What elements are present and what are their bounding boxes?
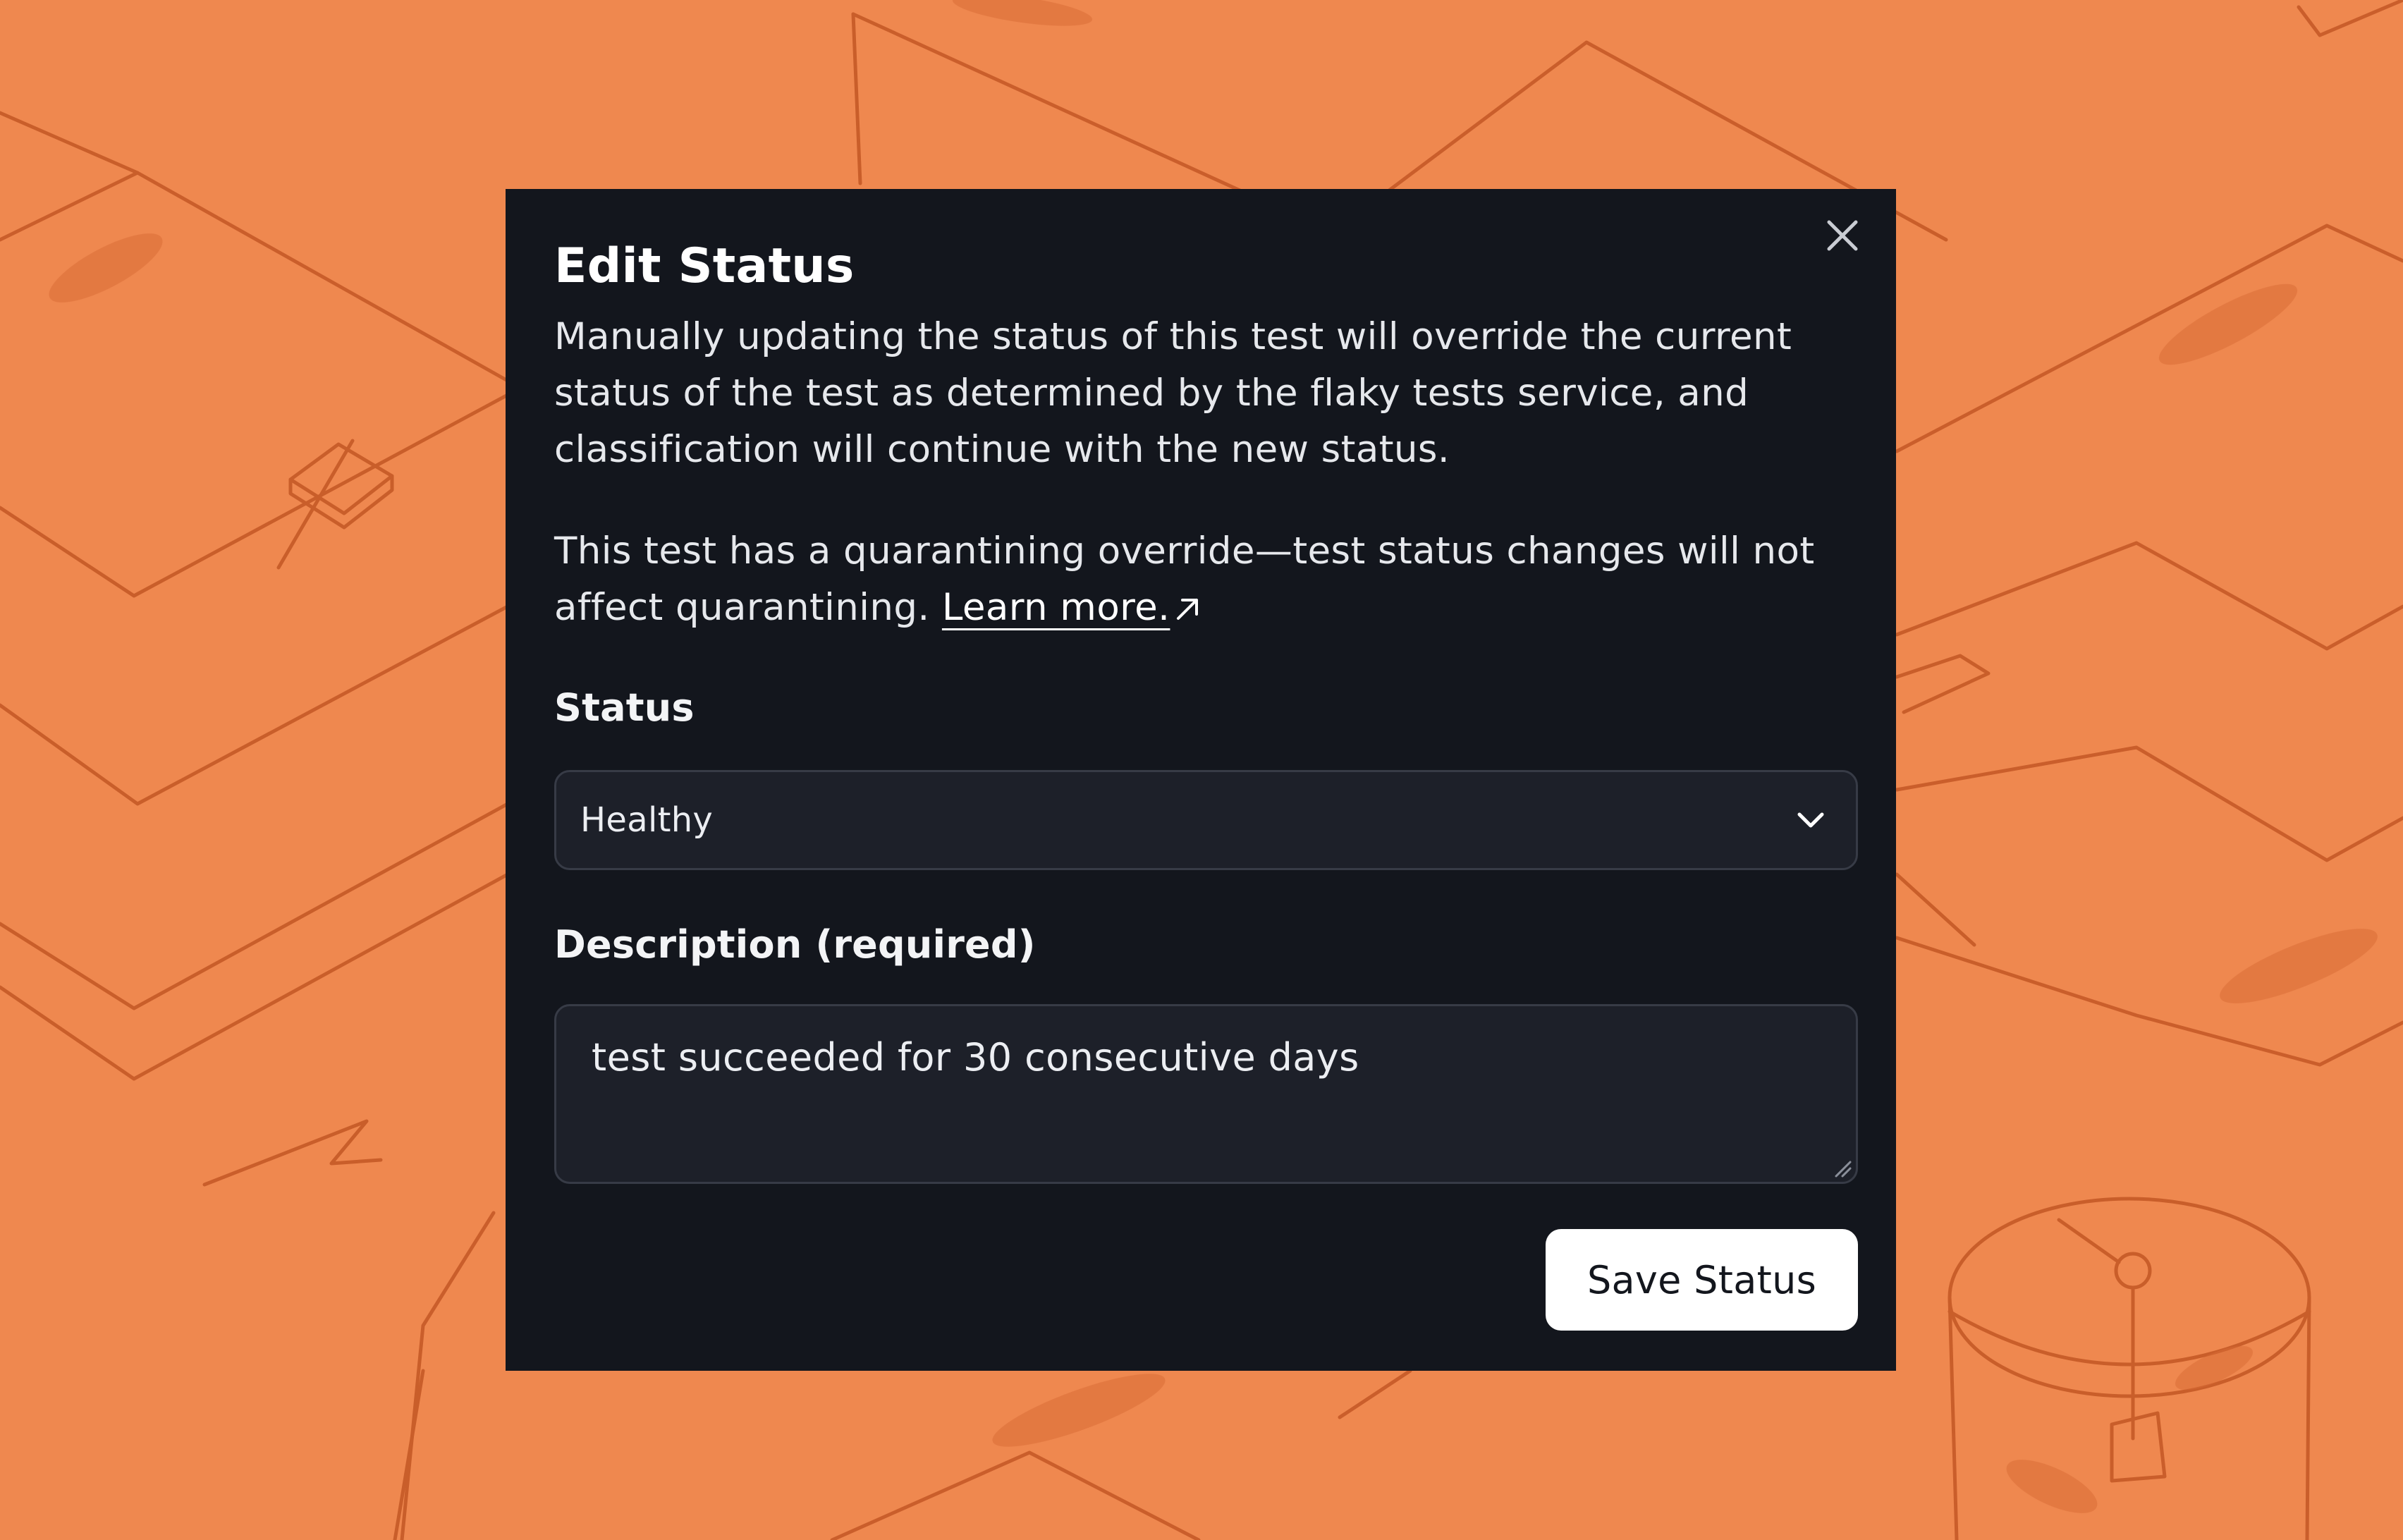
learn-more-label[interactable]: Learn more. bbox=[942, 586, 1170, 629]
status-select[interactable]: Healthy bbox=[554, 770, 1858, 870]
override-warning-text: Manually updating the status of this tes… bbox=[554, 315, 1792, 471]
learn-more-link[interactable]: Learn more. bbox=[942, 586, 1202, 629]
dialog-title: Edit Status bbox=[554, 238, 855, 294]
close-button[interactable] bbox=[1813, 206, 1872, 265]
edit-status-dialog: Edit Status Manually updating the status… bbox=[506, 189, 1896, 1371]
dialog-footer: Save Status bbox=[554, 1229, 1858, 1331]
save-status-button[interactable]: Save Status bbox=[1546, 1229, 1858, 1331]
arrow-up-right-icon[interactable] bbox=[1174, 596, 1201, 623]
description-textarea[interactable]: test succeeded for 30 consecutive days bbox=[554, 1004, 1858, 1184]
status-label: Status bbox=[554, 685, 695, 730]
close-icon[interactable] bbox=[1826, 219, 1859, 252]
resize-handle-icon[interactable] bbox=[1833, 1159, 1852, 1178]
quarantine-note: This test has a quarantining override—te… bbox=[554, 523, 1858, 636]
chevron-down-icon[interactable] bbox=[1797, 811, 1825, 829]
status-selected-value[interactable]: Healthy bbox=[580, 800, 713, 840]
description-value[interactable]: test succeeded for 30 consecutive days bbox=[592, 1035, 1359, 1080]
description-label: Description (required) bbox=[554, 922, 1036, 967]
